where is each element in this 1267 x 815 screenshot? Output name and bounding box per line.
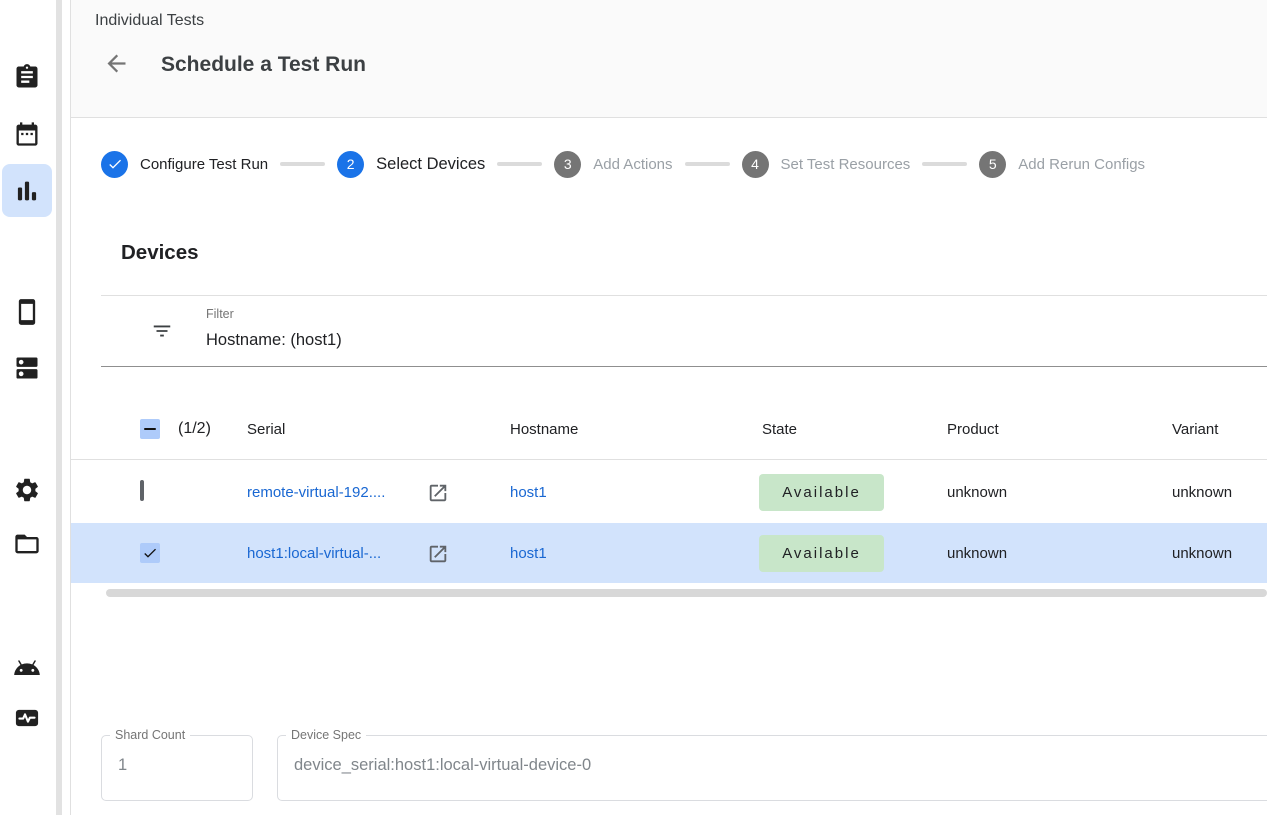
- sidebar-nav: [0, 0, 55, 815]
- product-value: unknown: [947, 545, 1007, 562]
- stepper-connector: [497, 162, 542, 166]
- product-value: unknown: [947, 484, 1007, 501]
- shard-count-label: Shard Count: [110, 728, 190, 742]
- page-header: Individual Tests Schedule a Test Run: [71, 0, 1267, 118]
- table-row[interactable]: remote-virtual-192.... host1 Available u…: [71, 461, 1267, 523]
- horizontal-scrollbar[interactable]: [106, 589, 1267, 597]
- filter-field-label: Filter: [206, 307, 234, 321]
- bar-chart-icon[interactable]: [13, 177, 41, 205]
- variant-value: unknown: [1172, 545, 1232, 562]
- device-serial-link[interactable]: remote-virtual-192....: [247, 484, 385, 501]
- open-in-new-icon[interactable]: [427, 543, 449, 565]
- state-badge: Available: [759, 535, 884, 572]
- step-check-icon: [101, 151, 128, 178]
- step-label: Select Devices: [376, 155, 485, 174]
- stepper: Configure Test Run 2 Select Devices 3 Ad…: [101, 150, 1267, 178]
- device-table-header: (1/2) Serial Hostname State Product Vari…: [71, 400, 1267, 460]
- hostname-link[interactable]: host1: [510, 545, 547, 562]
- column-header-variant: Variant: [1172, 421, 1218, 438]
- row-checkbox[interactable]: [140, 482, 144, 499]
- step-number: 5: [979, 151, 1006, 178]
- step-add-rerun-configs[interactable]: 5 Add Rerun Configs: [979, 151, 1145, 178]
- device-serial-link[interactable]: host1:local-virtual-...: [247, 545, 381, 562]
- page-title: Schedule a Test Run: [161, 53, 366, 77]
- column-header-hostname: Hostname: [510, 421, 578, 438]
- android-robot-icon[interactable]: [13, 654, 41, 682]
- back-arrow-icon[interactable]: [103, 50, 130, 77]
- settings-gear-icon[interactable]: [13, 476, 41, 504]
- column-header-state: State: [762, 421, 797, 438]
- clipboard-icon[interactable]: [13, 63, 41, 91]
- step-number: 4: [742, 151, 769, 178]
- device-filter-input[interactable]: Filter Hostname: (host1): [101, 295, 1267, 367]
- step-label: Add Actions: [593, 156, 672, 173]
- main-content: Individual Tests Schedule a Test Run Con…: [71, 0, 1267, 815]
- breadcrumb: Individual Tests: [95, 12, 204, 30]
- step-set-test-resources[interactable]: 4 Set Test Resources: [742, 151, 911, 178]
- step-label: Configure Test Run: [140, 156, 268, 173]
- column-header-serial: Serial: [247, 421, 285, 438]
- state-badge: Available: [759, 474, 884, 511]
- step-add-actions[interactable]: 3 Add Actions: [554, 151, 672, 178]
- device-spec-field[interactable]: Device Spec device_serial:host1:local-vi…: [277, 728, 1267, 801]
- sidebar-scrollbar[interactable]: [56, 0, 62, 815]
- open-in-new-icon[interactable]: [427, 482, 449, 504]
- shard-count-field[interactable]: Shard Count 1: [101, 728, 253, 801]
- indeterminate-checkbox-icon: [140, 419, 160, 439]
- row-checkbox[interactable]: [140, 543, 160, 563]
- folder-icon[interactable]: [13, 530, 41, 558]
- unchecked-checkbox-icon: [140, 480, 144, 501]
- step-number: 2: [337, 151, 364, 178]
- test-station-app: Individual Tests Schedule a Test Run Con…: [0, 0, 1267, 815]
- step-number: 3: [554, 151, 581, 178]
- stepper-connector: [280, 162, 325, 166]
- step-configure-test-run[interactable]: Configure Test Run: [101, 151, 268, 178]
- hostname-link[interactable]: host1: [510, 484, 547, 501]
- stepper-connector: [685, 162, 730, 166]
- devices-section-title: Devices: [121, 241, 199, 265]
- select-all-checkbox[interactable]: [140, 419, 160, 439]
- shard-count-input[interactable]: 1: [118, 756, 127, 775]
- column-header-product: Product: [947, 421, 999, 438]
- table-row-selected[interactable]: host1:local-virtual-... host1 Available …: [71, 523, 1267, 583]
- stepper-connector: [922, 162, 967, 166]
- device-spec-label: Device Spec: [286, 728, 366, 742]
- calendar-icon[interactable]: [13, 120, 41, 148]
- step-label: Set Test Resources: [781, 156, 911, 173]
- step-select-devices[interactable]: 2 Select Devices: [337, 151, 485, 178]
- dns-icon[interactable]: [13, 354, 41, 382]
- variant-value: unknown: [1172, 484, 1232, 501]
- filter-list-icon: [151, 320, 173, 342]
- checked-checkbox-icon: [140, 543, 160, 563]
- device-spec-input[interactable]: device_serial:host1:local-virtual-device…: [294, 756, 591, 775]
- step-label: Add Rerun Configs: [1018, 156, 1145, 173]
- selection-count: (1/2): [178, 420, 211, 438]
- smartphone-icon[interactable]: [13, 298, 41, 326]
- filter-field-value[interactable]: Hostname: (host1): [206, 331, 342, 350]
- activity-monitor-icon[interactable]: [13, 704, 41, 732]
